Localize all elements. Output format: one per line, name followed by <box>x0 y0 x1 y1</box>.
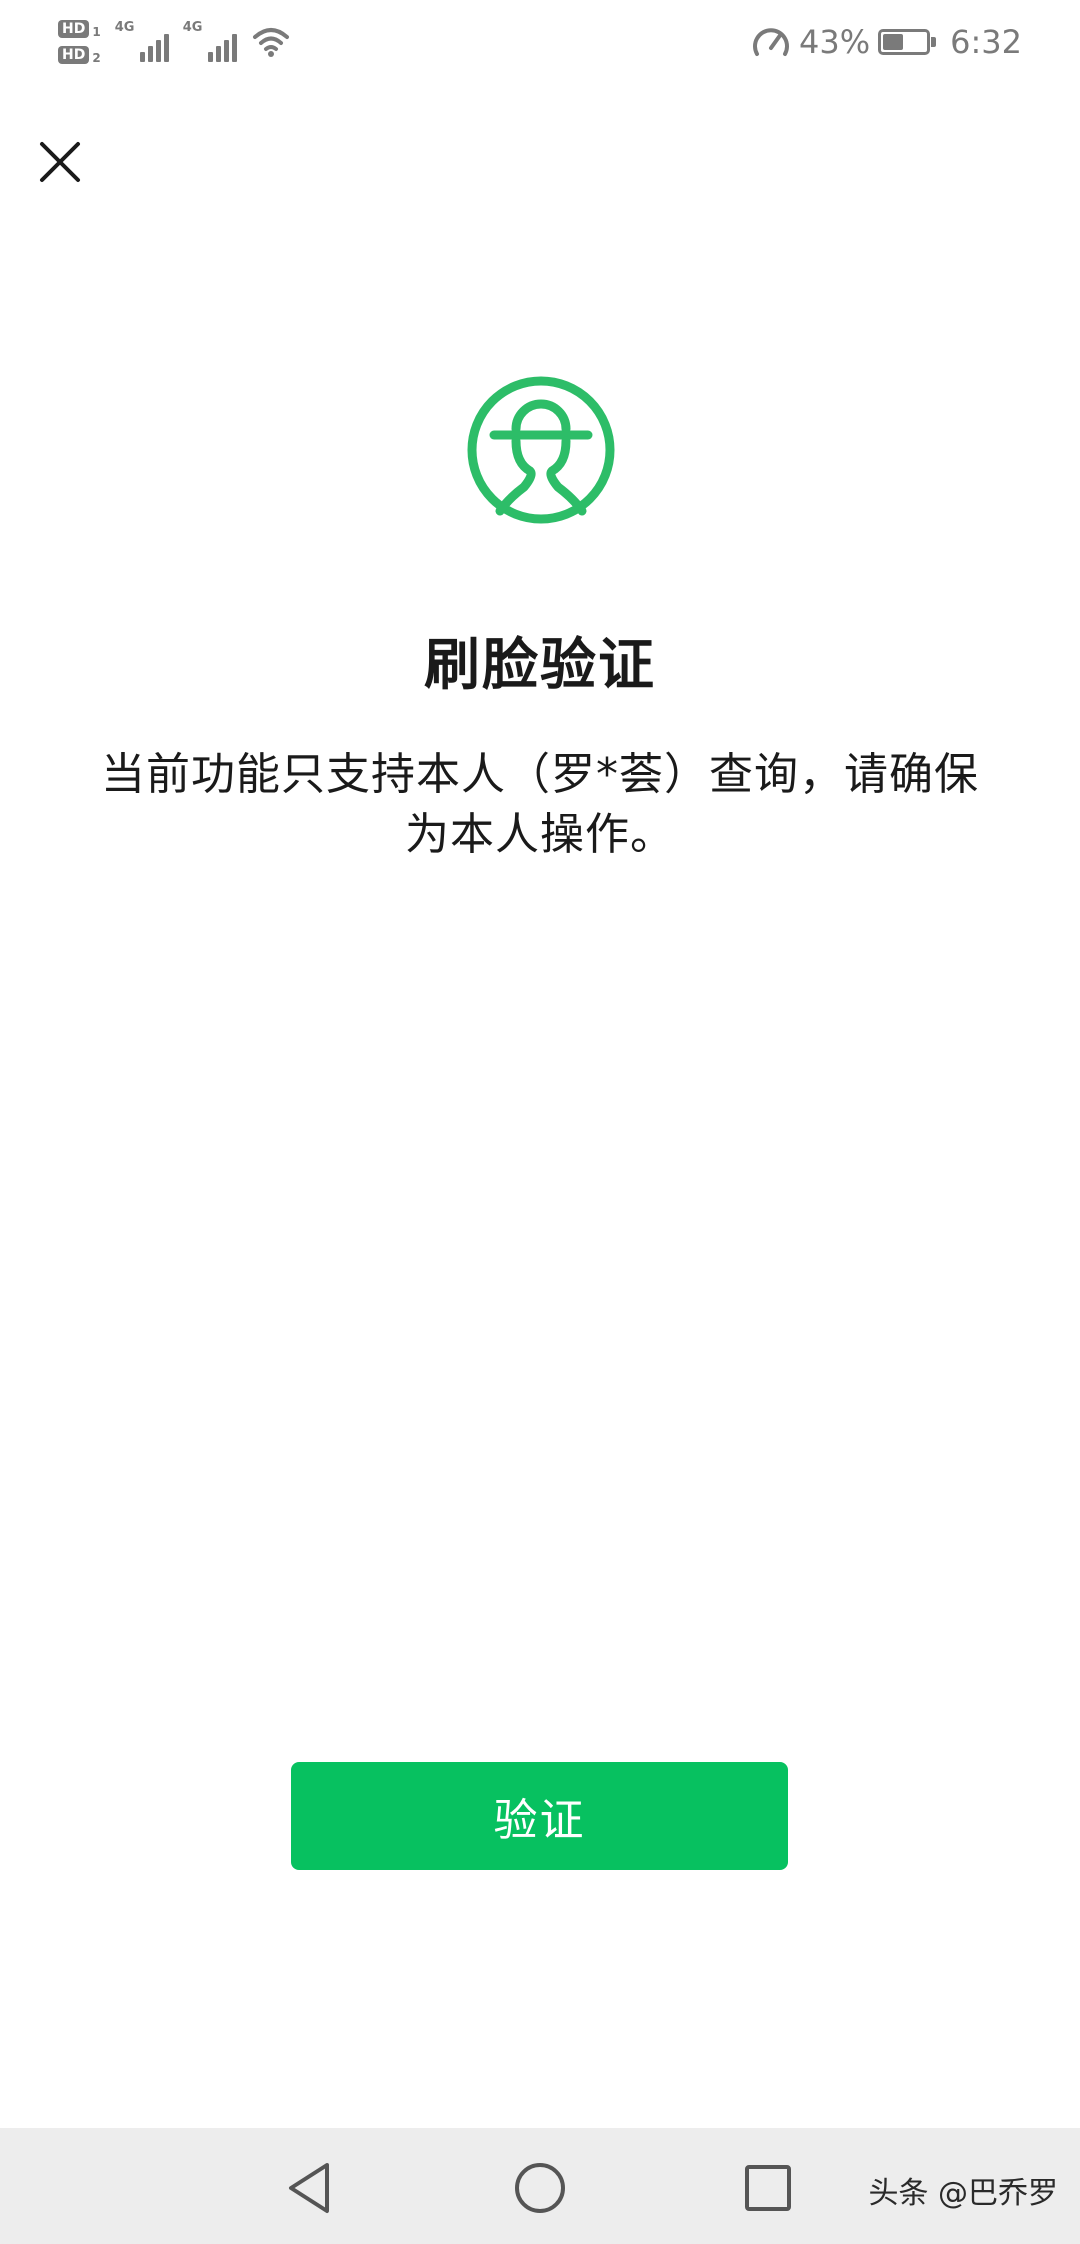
status-bar: HD 1 HD 2 4G 4G 43% 6:32 <box>0 0 1080 90</box>
system-nav-bar: 头条 @巴乔罗 <box>0 2128 1080 2244</box>
description-line-1: 当前功能只支持本人（罗*荟）查询，请确保 <box>101 749 979 800</box>
hd2-badge: HD <box>58 46 90 64</box>
signal-icon: 4G <box>114 20 169 62</box>
speed-icon <box>753 28 789 56</box>
status-left-group: HD 1 HD 2 4G 4G <box>58 12 291 72</box>
signal-icon-2: 4G <box>182 20 237 62</box>
page-title: 刷脸验证 <box>424 633 656 698</box>
close-icon <box>40 142 80 182</box>
recent-square-icon <box>745 2165 791 2211</box>
verification-description: 当前功能只支持本人（罗*荟）查询，请确保 为本人操作。 <box>88 745 992 865</box>
net1-label: 4G <box>114 20 135 35</box>
clock: 6:32 <box>950 23 1022 61</box>
watermark-text: 头条 @巴乔罗 <box>868 2176 1058 2211</box>
home-button[interactable] <box>508 2156 572 2220</box>
hd-indicators: HD 1 HD 2 <box>58 20 101 64</box>
status-right-group: 43% 6:32 <box>751 18 1022 66</box>
battery-fill <box>883 34 903 50</box>
hd1-sub: 1 <box>92 25 101 39</box>
net2-label: 4G <box>182 20 203 35</box>
hd2-sub: 2 <box>92 51 101 65</box>
verify-button[interactable]: 验证 <box>291 1762 788 1870</box>
face-verify-icon <box>467 376 615 524</box>
hd2-indicator: HD 2 <box>58 46 101 64</box>
back-button[interactable] <box>278 2156 342 2220</box>
home-circle-icon <box>515 2163 565 2213</box>
wifi-icon <box>252 28 289 57</box>
face-verification-screen: HD 1 HD 2 4G 4G 43% 6:32 刷脸验证 当前功能只支持本人（… <box>0 0 1080 2244</box>
hd1-badge: HD <box>58 20 90 38</box>
description-line-2: 为本人操作。 <box>405 809 675 860</box>
battery-percent: 43% <box>799 23 871 61</box>
back-triangle-icon <box>289 2163 329 2213</box>
close-button[interactable] <box>28 130 92 194</box>
recent-apps-button[interactable] <box>736 2156 800 2220</box>
battery-icon <box>878 29 937 55</box>
hd1-indicator: HD 1 <box>58 20 101 38</box>
